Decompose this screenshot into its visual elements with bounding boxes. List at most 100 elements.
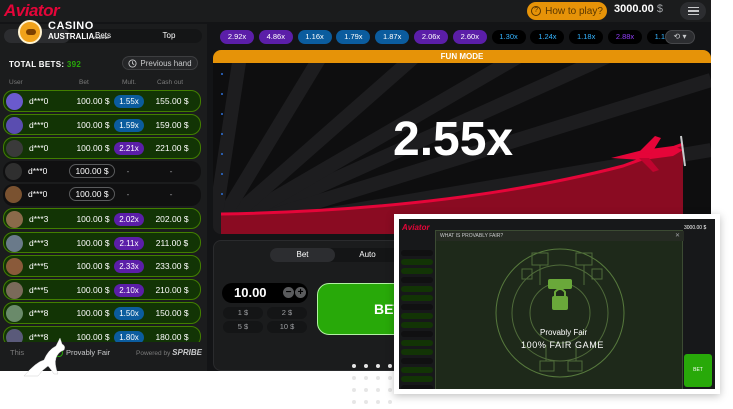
row-multiplier: 2.33x	[114, 260, 144, 274]
avatar	[6, 281, 23, 299]
avatar	[6, 116, 23, 134]
popup-row	[401, 385, 433, 389]
row-user: d***5	[29, 284, 49, 295]
bet-row: d***5 100.00 $ 2.33x 233.00 $	[3, 255, 201, 277]
popup-row	[401, 340, 433, 346]
popup-row	[401, 313, 433, 319]
previous-hand-label: Previous hand	[140, 58, 192, 68]
minus-icon[interactable]: −	[283, 287, 294, 298]
modal-title-text: WHAT IS PROVABLY FAIR?	[440, 233, 504, 239]
popup-bets-list	[399, 230, 435, 389]
balance-value: 3000.00	[614, 3, 654, 15]
history-chip[interactable]: 2.88x	[608, 30, 642, 44]
avatar	[6, 140, 23, 158]
bet-row: d***5 100.00 $ 2.10x 210.00 $	[3, 278, 201, 301]
row-multiplier: 2.11x	[114, 236, 144, 250]
history-toggle-button[interactable]: ⟲ ▾	[665, 30, 695, 44]
row-user: d***0	[29, 119, 49, 130]
row-user: d***5	[29, 261, 49, 272]
fair-game-heading: 100% FAIR GAME	[521, 340, 604, 350]
history-chip[interactable]: 2.92x	[220, 30, 254, 44]
row-cash-out: 233.00 $	[155, 261, 189, 272]
row-cash-out: 210.00 $	[155, 284, 189, 295]
bet-amount-stepper[interactable]: 10.00 − +	[222, 283, 308, 303]
history-chip[interactable]: 1.24x	[530, 30, 565, 44]
history-chip[interactable]: 1.87x	[375, 30, 410, 44]
kangaroo-icon	[23, 337, 65, 377]
popup-row	[401, 286, 433, 292]
avatar	[6, 305, 23, 323]
bet-mode-tabs: Bet Auto	[270, 248, 400, 262]
row-cash-out: 150.00 $	[155, 308, 189, 319]
history-chip[interactable]: 4.86x	[258, 30, 293, 44]
badge-line3: ONLINE	[94, 35, 109, 40]
provably-fair-heading: Provably Fair	[540, 328, 588, 337]
row-cash-out: 180.00 $	[155, 331, 189, 342]
row-cash-out: 221.00 $	[155, 143, 189, 154]
current-multiplier: 2.55x	[393, 113, 514, 166]
history-chip[interactable]: 1.79x	[336, 30, 371, 44]
history-chip[interactable]: 1.18x	[569, 30, 604, 44]
row-cash-out: 155.00 $	[155, 96, 189, 106]
history-chip[interactable]: 2.60x	[452, 30, 487, 44]
provably-fair-inner: Aviator 3000.00 $ WHAT IS PROVABLY FAIR?…	[399, 219, 715, 389]
popup-row	[401, 331, 433, 337]
quick-amount-1[interactable]: 1 $	[223, 307, 263, 319]
total-bets-count: 392	[66, 60, 82, 69]
chevron-down-icon: ▾	[682, 32, 687, 41]
avatar	[6, 258, 23, 276]
previous-hand-button[interactable]: Previous hand	[122, 56, 198, 70]
row-multiplier: 1.50x	[114, 307, 144, 321]
column-cash-out: Cash out	[157, 79, 184, 86]
history-chip[interactable]: 1.16x	[297, 30, 332, 44]
popup-row	[401, 376, 433, 382]
bet-row: d***0 100.00 $ 2.21x 221.00 $	[3, 137, 201, 159]
row-bet: 100.00 $	[76, 213, 110, 224]
hamburger-icon	[687, 6, 699, 9]
avatar	[6, 210, 23, 228]
quick-amount-2[interactable]: 2 $	[267, 307, 307, 319]
row-user: d***3	[29, 213, 49, 224]
tab-top[interactable]: Top	[136, 29, 202, 43]
quick-amount-5[interactable]: 5 $	[223, 321, 263, 333]
avatar	[6, 93, 23, 110]
total-bets-label: TOTAL BETS:	[9, 60, 65, 69]
bet-amount-value: 10.00	[234, 285, 267, 300]
bets-panel: Bets Top TOTAL BETS: 392 Previous hand U…	[0, 24, 207, 371]
total-bets: TOTAL BETS: 392	[9, 60, 81, 69]
tab-auto[interactable]: Auto	[335, 248, 400, 262]
avatar	[6, 234, 23, 252]
close-icon[interactable]: ✕	[675, 231, 680, 241]
provably-fair-modal: WHAT IS PROVABLY FAIR? ✕ Provably Fair 1…	[435, 230, 684, 389]
row-cash-out: -	[169, 165, 173, 176]
how-to-play-button[interactable]: ? How to play?	[527, 2, 607, 20]
row-bet: 100.00 $	[76, 96, 110, 106]
row-bet: 100.00 $	[76, 261, 110, 272]
history-chip[interactable]: 2.06x	[414, 30, 448, 44]
popup-row	[401, 277, 433, 283]
row-cash-out: 159.00 $	[155, 119, 189, 130]
quick-amount-10[interactable]: 10 $	[267, 321, 307, 333]
powered-by-label: Powered by	[136, 350, 171, 357]
popup-row	[401, 304, 433, 310]
row-user: d***3	[29, 237, 49, 248]
row-multiplier: 2.10x	[114, 283, 144, 297]
badge-line2: AUSTRALIA	[48, 32, 95, 41]
dots-decoration	[352, 364, 392, 404]
plane-icon	[611, 135, 686, 172]
row-bet: 100.00 $	[76, 308, 110, 319]
how-to-play-label: How to play?	[545, 5, 603, 17]
menu-button[interactable]	[680, 2, 706, 20]
tab-bet[interactable]: Bet	[270, 248, 335, 262]
row-user: d***0	[28, 189, 48, 200]
row-user: d***0	[29, 143, 49, 154]
popup-row	[401, 250, 433, 256]
balance-currency: $	[656, 3, 663, 15]
plus-icon[interactable]: +	[295, 287, 306, 298]
row-bet: 100.00 $	[69, 187, 115, 202]
casino-australia-badge: CASINO AUSTRALIA ONLINE	[18, 20, 109, 46]
row-multiplier: -	[126, 166, 130, 176]
popup-row	[401, 358, 433, 364]
history-chip[interactable]: 1.30x	[491, 30, 526, 44]
bet-row: d***0 100.00 $ 1.55x 155.00 $	[3, 90, 201, 112]
